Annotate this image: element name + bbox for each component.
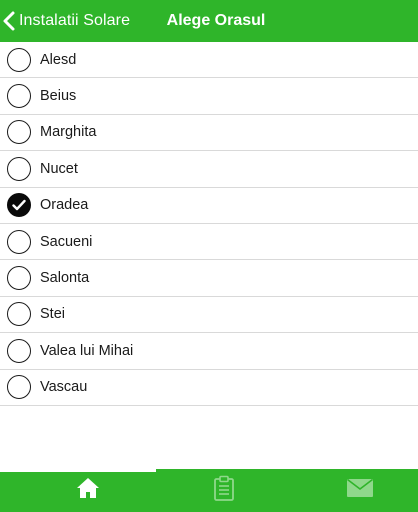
tab-mail[interactable] (290, 469, 418, 512)
city-item-vascau[interactable]: Vascau (0, 370, 418, 406)
checkmark-icon (12, 200, 26, 211)
radio-button[interactable] (7, 229, 31, 254)
city-label: Alesd (40, 51, 77, 68)
city-item-beius[interactable]: Beius (0, 78, 418, 115)
city-item-stei[interactable]: Stei (0, 297, 418, 334)
back-button[interactable]: Instalatii Solare (2, 0, 130, 42)
clipboard-icon (213, 475, 235, 506)
radio-button[interactable] (7, 338, 31, 363)
bottom-tab-bar (0, 469, 418, 512)
city-label: Vascau (40, 379, 88, 396)
city-item-oradea[interactable]: Oradea (0, 188, 418, 224)
city-item-alesd[interactable]: Alesd (0, 42, 418, 79)
radio-button-checked[interactable] (7, 193, 31, 218)
city-label: Salonta (40, 270, 90, 287)
back-button-label: Instalatii Solare (19, 12, 131, 29)
mail-icon (346, 478, 374, 503)
city-item-marghita[interactable]: Marghita (0, 115, 418, 152)
city-label: Beius (40, 88, 77, 105)
city-item-salonta[interactable]: Salonta (0, 260, 418, 297)
city-label: Marghita (40, 124, 97, 141)
home-icon (76, 477, 100, 504)
tab-notes[interactable] (154, 469, 293, 512)
city-label: Oradea (40, 197, 89, 214)
app-window: Instalatii Solare Alege Orasul Alesd Bei… (0, 0, 418, 512)
radio-button[interactable] (7, 84, 31, 109)
city-list: Alesd Beius Marghita Nucet Oradea Sacuen… (0, 42, 418, 406)
radio-button[interactable] (7, 156, 31, 181)
chevron-left-icon (2, 10, 16, 32)
city-label: Nucet (40, 160, 78, 177)
city-label: Sacueni (40, 233, 93, 250)
radio-button[interactable] (7, 120, 31, 145)
city-label: Valea lui Mihai (40, 342, 134, 359)
city-item-sacueni[interactable]: Sacueni (0, 224, 418, 261)
radio-button[interactable] (7, 375, 31, 400)
city-item-nucet[interactable]: Nucet (0, 151, 418, 188)
radio-button[interactable] (7, 47, 31, 72)
tab-home[interactable] (18, 469, 157, 512)
header-bar: Instalatii Solare Alege Orasul (0, 0, 418, 42)
city-item-valea-lui-mihai[interactable]: Valea lui Mihai (0, 333, 418, 370)
radio-button[interactable] (7, 302, 31, 327)
city-label: Stei (40, 306, 65, 323)
radio-button[interactable] (7, 266, 31, 291)
